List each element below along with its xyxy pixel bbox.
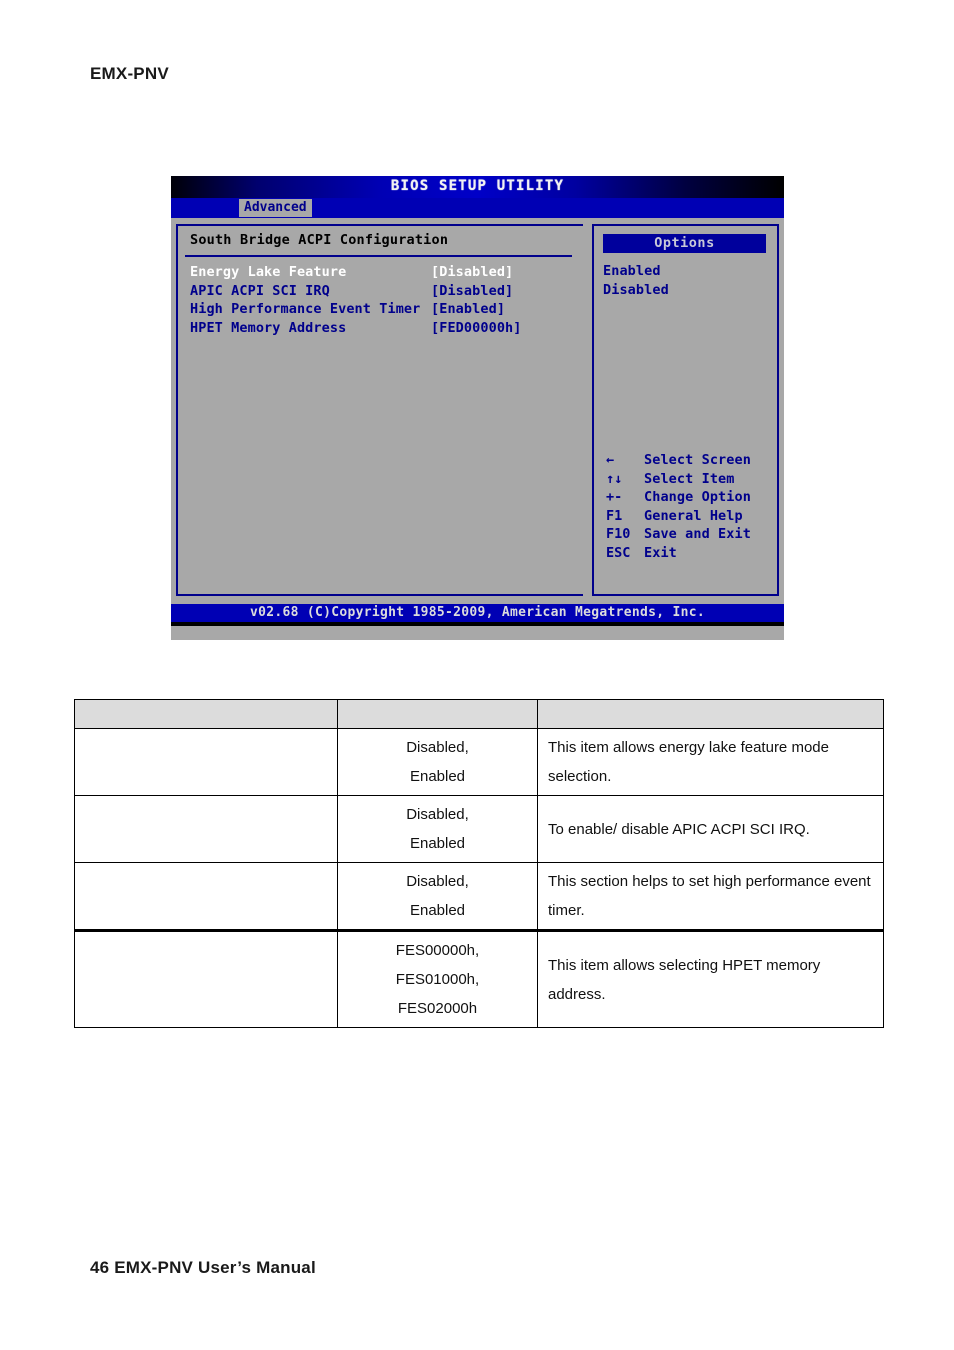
- setting-label: Energy Lake Feature: [190, 264, 347, 280]
- bios-menu-bar: Advanced: [171, 198, 784, 218]
- page-footer: 46 EMX-PNV User’s Manual: [90, 1258, 316, 1277]
- options-panel-header: Options: [603, 234, 766, 253]
- setting-value: [FED00000h]: [431, 319, 522, 336]
- cell-options: FES00000h, FES01000h, FES02000h: [395, 942, 480, 1017]
- cell-description: To enable/ disable APIC ACPI SCI IRQ.: [548, 820, 810, 838]
- header-cell-name: [75, 710, 337, 718]
- table-row: Disabled, Enabled This item allows energy…: [74, 728, 884, 796]
- bios-title-bar: BIOS SETUP UTILITY: [171, 176, 784, 198]
- table-row: FES00000h, FES01000h, FES02000h This item …: [74, 929, 884, 1028]
- setting-label: High Performance Event Timer: [190, 301, 421, 317]
- navigation-help: ← Select Screen ↑↓ Select Item +- Change…: [603, 452, 773, 566]
- setting-value: [Enabled]: [431, 301, 506, 317]
- bios-setup-screen: BIOS SETUP UTILITY Advanced South Bridge…: [171, 176, 784, 640]
- nav-row-select-screen: ← Select Screen: [603, 452, 773, 473]
- nav-label: Select Item: [644, 470, 735, 487]
- options-panel: Options Enabled Disabled ← Select Screen…: [592, 224, 779, 596]
- nav-label: General Help: [644, 507, 743, 524]
- nav-label: Save and Exit: [644, 526, 751, 542]
- plus-minus-icon: +-: [606, 489, 623, 505]
- table-row: Disabled, Enabled This section helps to s…: [74, 862, 884, 931]
- setting-row-high-performance-event-timer[interactable]: High Performance Event Timer [Enabled]: [190, 301, 570, 322]
- nav-row-save-and-exit: F10 Save and Exit: [603, 526, 773, 547]
- tab-advanced[interactable]: Advanced: [239, 199, 312, 217]
- header-cell-options: [338, 710, 537, 718]
- cell-description: This section helps to set high performan…: [548, 873, 871, 919]
- page-header: EMX-PNV: [90, 64, 169, 83]
- bios-copyright: v02.68 (C)Copyright 1985-2009, American …: [249, 605, 706, 620]
- up-down-arrow-icon: ↑↓: [606, 470, 623, 487]
- section-divider: [185, 255, 572, 257]
- cell-description: This item allows selecting HPET memory a…: [548, 956, 821, 1003]
- f10-key-icon: F10: [606, 526, 631, 542]
- nav-label: Change Option: [644, 489, 751, 505]
- bios-footer-bar: v02.68 (C)Copyright 1985-2009, American …: [171, 604, 784, 626]
- nav-label: Select Screen: [644, 452, 751, 468]
- bios-title: BIOS SETUP UTILITY: [390, 178, 565, 194]
- cell-options: Disabled, Enabled: [406, 873, 469, 919]
- nav-label: Exit: [644, 544, 677, 561]
- f1-key-icon: F1: [606, 507, 623, 524]
- setting-label: APIC ACPI SCI IRQ: [190, 282, 330, 299]
- setting-value: [Disabled]: [431, 264, 514, 280]
- cell-options: Disabled, Enabled: [406, 739, 469, 785]
- nav-row-change-option: +- Change Option: [603, 489, 773, 510]
- options-list: Enabled Disabled: [603, 264, 669, 303]
- left-arrow-icon: ←: [606, 452, 615, 468]
- cell-setting-name: [75, 758, 337, 766]
- settings-list: Energy Lake Feature [Disabled] APIC ACPI…: [190, 264, 570, 341]
- bios-body: South Bridge ACPI Configuration Energy L…: [171, 218, 784, 604]
- cell-setting-name: [75, 976, 337, 984]
- table-header-row: [74, 699, 884, 729]
- header-cell-description: [538, 710, 883, 718]
- setting-value: [Disabled]: [431, 282, 514, 299]
- cell-setting-name: [75, 825, 337, 833]
- option-item-enabled[interactable]: Enabled: [603, 264, 669, 284]
- option-item-disabled[interactable]: Disabled: [603, 283, 669, 303]
- nav-row-exit: ESC Exit: [603, 544, 773, 566]
- setting-label: HPET Memory Address: [190, 319, 347, 336]
- cell-setting-name: [75, 892, 337, 900]
- settings-description-table: Disabled, Enabled This item allows energy…: [74, 699, 884, 1028]
- table-row: Disabled, Enabled To enable/ disable APIC…: [74, 795, 884, 863]
- cell-description: This item allows energy lake feature mod…: [548, 739, 829, 785]
- setting-row-energy-lake-feature[interactable]: Energy Lake Feature [Disabled]: [190, 264, 570, 285]
- section-title: South Bridge ACPI Configuration: [190, 232, 449, 248]
- cell-options: Disabled, Enabled: [406, 806, 469, 852]
- setting-row-hpet-memory-address[interactable]: HPET Memory Address [FED00000h]: [190, 319, 570, 341]
- settings-panel: South Bridge ACPI Configuration Energy L…: [176, 224, 583, 596]
- esc-key-icon: ESC: [606, 544, 631, 561]
